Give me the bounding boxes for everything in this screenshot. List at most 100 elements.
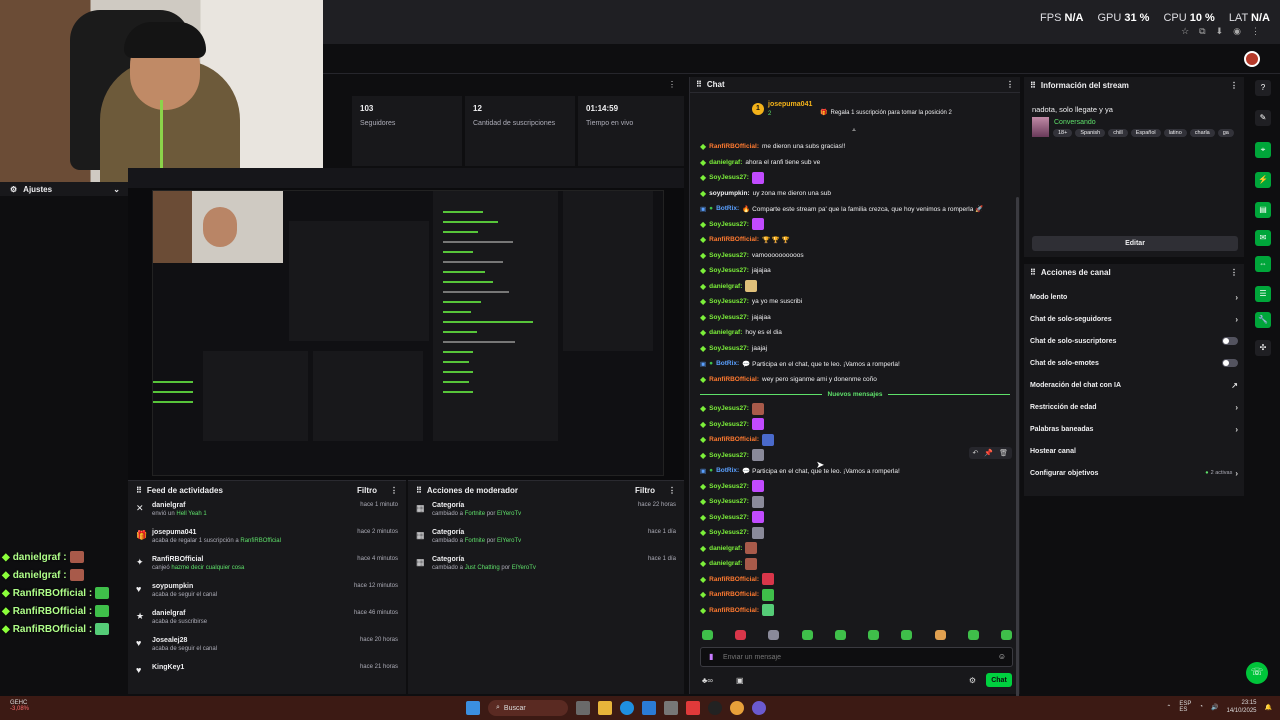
chat-message[interactable]: ◆ SoyJesus27: jaajaj bbox=[700, 341, 1010, 357]
windows-start-icon[interactable] bbox=[466, 701, 480, 715]
chat-username[interactable]: SoyJesus27: bbox=[709, 498, 749, 505]
channel-action-item[interactable]: Moderación del chat con IA ↗ bbox=[1030, 378, 1238, 392]
chat-username[interactable]: danielgraf: bbox=[709, 329, 742, 336]
bits-icon[interactable]: ▮ bbox=[709, 652, 713, 661]
channel-action-control[interactable]: › bbox=[1235, 315, 1238, 324]
chat-username[interactable]: SoyJesus27: bbox=[709, 514, 749, 521]
download-icon[interactable]: ⬇ bbox=[1216, 26, 1224, 37]
activity-feed-item[interactable]: ♥ Josealej28 acaba de seguir el canal hace … bbox=[128, 634, 406, 661]
chat-username[interactable]: SoyJesus27: bbox=[709, 174, 749, 181]
wifi-icon[interactable]: ◔ bbox=[1199, 704, 1203, 710]
channel-action-control[interactable]: 2 activas› bbox=[1205, 469, 1238, 478]
store-icon[interactable] bbox=[642, 701, 656, 715]
settings-app-icon[interactable] bbox=[664, 701, 678, 715]
delete-icon[interactable]: 🗑 bbox=[999, 449, 1008, 457]
chat-username[interactable]: SoyJesus27: bbox=[709, 529, 749, 536]
chat-username[interactable]: SoyJesus27: bbox=[709, 267, 749, 274]
pin-icon[interactable]: 📌 bbox=[984, 449, 993, 457]
chat-username[interactable]: danielgraf: bbox=[709, 159, 742, 166]
mod-action-item[interactable]: ▦ Categoría cambiado a Just Chatting por E… bbox=[408, 553, 684, 580]
notification-icon[interactable]: 🔔 bbox=[1265, 704, 1272, 711]
user-avatar[interactable] bbox=[1244, 51, 1260, 67]
stream-tag[interactable]: latino bbox=[1163, 129, 1187, 137]
activity-feed-item[interactable]: ♥ KingKey1 hace 21 horas bbox=[128, 661, 406, 688]
chat-username[interactable]: danielgraf: bbox=[709, 283, 742, 290]
chat-username[interactable]: RanfiRBOfficial: bbox=[709, 143, 759, 150]
menu-dots-icon[interactable]: ⋮ bbox=[1230, 81, 1238, 90]
edit-stream-button[interactable]: Editar bbox=[1032, 236, 1238, 251]
channel-action-item[interactable]: Restricción de edad › bbox=[1030, 400, 1238, 414]
chat-message[interactable]: ◆ SoyJesus27: bbox=[700, 217, 1010, 233]
task-view-icon[interactable] bbox=[576, 701, 590, 715]
activity-feed-item[interactable]: 🎁 josepuma041 acaba de regalar 1 suscripci… bbox=[128, 526, 406, 553]
chat-username[interactable]: SoyJesus27: bbox=[709, 421, 749, 428]
channel-action-item[interactable]: Modo lento › bbox=[1030, 290, 1238, 304]
chat-username[interactable]: danielgraf: bbox=[709, 545, 742, 552]
chat-username[interactable]: danielgraf: bbox=[709, 560, 742, 567]
filter-button[interactable]: Filtro bbox=[357, 486, 377, 495]
chat-username[interactable]: SoyJesus27: bbox=[709, 452, 749, 459]
document-icon[interactable]: ▤ bbox=[1255, 202, 1271, 218]
emote-icon[interactable] bbox=[768, 630, 780, 640]
activity-feed-item[interactable]: ✕ danielgraf envió un Hell Yeah 1 hace 1 mi… bbox=[128, 499, 406, 526]
profile-icon[interactable]: ◉ bbox=[1233, 26, 1241, 37]
emote-icon[interactable] bbox=[1000, 630, 1012, 640]
chat-message[interactable]: ◆ SoyJesus27: bbox=[700, 494, 1010, 510]
emote-icon[interactable] bbox=[702, 630, 713, 640]
stream-tag[interactable]: Español bbox=[1130, 129, 1161, 137]
pinned-gift-leader[interactable]: 1 josepuma041 2 🎁 Regala 1 suscripción p… bbox=[752, 101, 992, 121]
chat-message[interactable]: ◆ SoyJesus27: bbox=[700, 479, 1010, 495]
channel-action-item[interactable]: Chat de solo-suscriptores bbox=[1030, 334, 1238, 348]
gift-icon[interactable]: ▣ bbox=[736, 676, 744, 685]
taskbar-clock[interactable]: 23:15 14/10/2025 bbox=[1226, 699, 1256, 715]
grip-icon[interactable]: ⠿ bbox=[136, 486, 142, 495]
chat-username[interactable]: RanfiRBOfficial: bbox=[709, 576, 759, 583]
chat-message[interactable]: ◆ RanfiRBOfficial: wey pero siganme ami y … bbox=[700, 372, 1010, 388]
channel-action-control[interactable] bbox=[1222, 337, 1238, 345]
chat-message[interactable]: ◆ RanfiRBOfficial: bbox=[700, 603, 1010, 619]
chevron-down-icon[interactable]: ⩡ bbox=[852, 127, 856, 135]
chat-username[interactable]: SoyJesus27: bbox=[709, 314, 749, 321]
menu-dots-icon[interactable]: ⋮ bbox=[668, 486, 676, 495]
chat-message[interactable]: ◆ danielgraf: bbox=[700, 541, 1010, 557]
chat-message[interactable]: ▣ ● BotRix: 💬 Participa en el chat, que te … bbox=[700, 463, 1010, 479]
menu-dots-icon[interactable]: ⋮ bbox=[1230, 268, 1238, 277]
chat-username[interactable]: RanfiRBOfficial: bbox=[709, 591, 759, 598]
chat-scrollbar[interactable] bbox=[1016, 197, 1019, 697]
grip-icon[interactable]: ⠿ bbox=[696, 80, 702, 89]
chat-message[interactable]: ◆ SoyJesus27: jajajaa bbox=[700, 310, 1010, 326]
channel-action-control[interactable]: › bbox=[1235, 403, 1238, 412]
chat-username[interactable]: SoyJesus27: bbox=[709, 405, 749, 412]
emote-picker-icon[interactable]: ☺ bbox=[998, 652, 1006, 661]
chat-message[interactable]: ◆ RanfiRBOfficial: me dieron una subs grac… bbox=[700, 139, 1010, 155]
obs-icon[interactable] bbox=[708, 701, 722, 715]
emote-icon[interactable] bbox=[801, 630, 813, 640]
edge-icon[interactable] bbox=[620, 701, 634, 715]
extension-icon[interactable]: ⧉ bbox=[1199, 26, 1205, 37]
stream-preview[interactable] bbox=[128, 168, 684, 480]
grip-icon[interactable]: ⠿ bbox=[1030, 81, 1036, 90]
chat-username[interactable]: RanfiRBOfficial: bbox=[709, 376, 759, 383]
chat-username[interactable]: SoyJesus27: bbox=[709, 345, 749, 352]
crosshair-icon[interactable]: ⌖ bbox=[1255, 142, 1271, 158]
chat-username[interactable]: SoyJesus27: bbox=[709, 252, 749, 259]
mod-action-item[interactable]: ▦ Categoría cambiado a Fortnite por ElYero… bbox=[408, 526, 684, 553]
channel-action-control[interactable]: ↗ bbox=[1231, 381, 1238, 390]
list-icon[interactable]: ☰ bbox=[1255, 286, 1271, 302]
menu-dots-icon[interactable]: ⋮ bbox=[390, 486, 398, 495]
stream-tag[interactable]: charla bbox=[1189, 129, 1215, 137]
puzzle-icon[interactable]: ✣ bbox=[1255, 340, 1271, 356]
lightning-icon[interactable]: ⚡ bbox=[1255, 172, 1271, 188]
chat-username[interactable]: RanfiRBOfficial: bbox=[709, 607, 759, 614]
chat-message[interactable]: ◆ soypumpkin: uy zona me dieron una sub bbox=[700, 186, 1010, 202]
stream-tag[interactable]: 18+ bbox=[1053, 129, 1073, 137]
chat-input[interactable] bbox=[723, 651, 973, 664]
stream-tag[interactable]: chill bbox=[1108, 129, 1128, 137]
chat-bubble-icon[interactable]: ✉ bbox=[1255, 230, 1271, 246]
star-icon[interactable]: ☆ bbox=[1181, 26, 1189, 37]
edit-icon[interactable]: ✎ bbox=[1255, 110, 1271, 126]
channel-action-item[interactable]: Chat de solo-emotes bbox=[1030, 356, 1238, 370]
chat-message[interactable]: ◆ RanfiRBOfficial: bbox=[700, 587, 1010, 603]
wrench-icon[interactable]: 🔧 bbox=[1255, 312, 1271, 328]
chat-message[interactable]: ◆ RanfiRBOfficial: bbox=[700, 572, 1010, 588]
